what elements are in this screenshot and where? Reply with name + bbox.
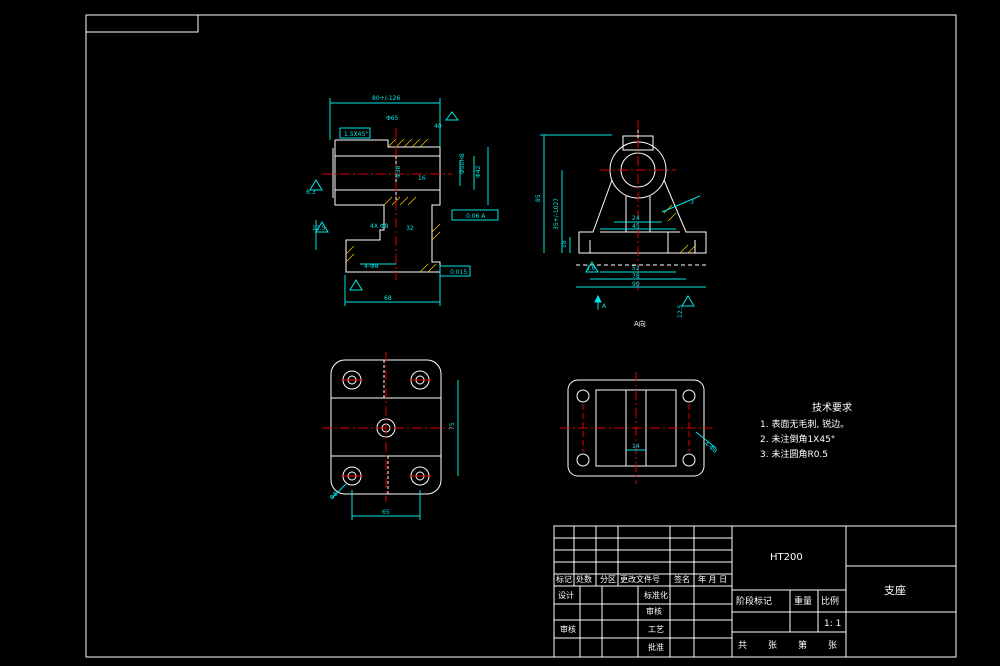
top-view — [322, 352, 459, 520]
front-section-view — [309, 98, 499, 306]
dim-side-33: 35+/-1027 — [553, 198, 560, 230]
dim-phi50: Φ50H8 — [459, 153, 466, 174]
dim-side-18: 18 — [561, 240, 568, 248]
tb-part-name: 支座 — [884, 583, 906, 597]
tb-stage: 阶段标记 — [736, 595, 772, 607]
tech-note-3: 3. 未注圆角R0.5 — [760, 448, 828, 460]
dim-side-125: 12.5 — [677, 304, 684, 318]
dim-62: 6.3 — [306, 189, 316, 196]
tb-unit2: 张 — [828, 640, 837, 651]
tech-notes-title: 技术要求 — [812, 401, 852, 414]
dim-par2: 0.015 — [450, 269, 467, 276]
tb-label-5: 年 月 日 — [698, 574, 727, 584]
tech-note-2: 2. 未注倒角1X45° — [760, 433, 835, 445]
dim-125: 12.5 — [312, 225, 326, 232]
dim-side-24: 24 — [632, 215, 640, 222]
dim-16: 16 — [418, 175, 426, 182]
dim-side-78: 78 — [632, 273, 640, 280]
dim-side-38: 3.6 — [586, 265, 596, 272]
tb-process: 审核 — [646, 606, 662, 616]
tb-label-1: 处数 — [576, 574, 592, 584]
tb-label-2: 分区 — [600, 575, 616, 584]
dim-side-45: 45 — [632, 223, 640, 230]
tb-scale-label: 比例 — [821, 595, 839, 607]
dim-32: 32 — [406, 225, 414, 232]
dim-phi42: Φ42 — [475, 165, 482, 178]
dim-bot-14: 14 — [632, 443, 640, 450]
tb-unit: 张 — [768, 640, 777, 651]
dim-w68: 68 — [384, 295, 392, 302]
dim-bore: Φ65 — [386, 115, 399, 122]
dim-par: 0.06 A — [466, 213, 486, 220]
dim-side-52: 52 — [632, 265, 640, 272]
tb-weight: 重量 — [794, 595, 812, 607]
dim-front-top: 80+/-126 — [372, 95, 400, 102]
dim-side-3: 3 — [690, 199, 694, 206]
side-view — [540, 120, 707, 310]
dim-r40: 40 — [434, 123, 442, 130]
dim-side-85: 85 — [535, 194, 542, 202]
dim-plan-75: 75 — [449, 422, 456, 430]
tb-craft: 工艺 — [648, 625, 664, 634]
arrow-label-a: A — [602, 303, 607, 310]
dim-chamfer: 1.5X45° — [344, 131, 368, 138]
tb-scale: 1: 1 — [824, 619, 841, 629]
tb-label-3: 更改文件号 — [620, 574, 660, 584]
tb-total: 共 — [738, 640, 747, 651]
tb-review: 审核 — [560, 624, 576, 634]
drawing-sheet: 80+/-126 1.5X45° Φ65 40 68 4-Φ8 4X Φ8 0.… — [85, 14, 957, 658]
inner-border — [85, 14, 199, 33]
tb-material: HT200 — [770, 552, 803, 563]
tb-standardize: 标准化 — [644, 590, 668, 600]
dim-4x8: 4X Φ8 — [370, 223, 389, 230]
dim-bot-r8: 4-Φ8 — [703, 440, 719, 455]
tb-label-4: 签名 — [674, 574, 690, 584]
outer-frame — [85, 14, 957, 658]
dim-side-90: 90 — [632, 281, 640, 288]
bottom-view — [560, 372, 717, 484]
tb-design: 设计 — [558, 590, 574, 600]
tb-label-0: 标记 — [556, 574, 572, 584]
technical-notes: 技术要求 1. 表面无毛刺, 锐边。 2. 未注倒角1X45° 3. 未注圆角R… — [760, 401, 852, 460]
dim-4-08: 4-Φ8 — [364, 263, 379, 270]
tech-note-1: 1. 表面无毛刺, 锐边。 — [760, 418, 849, 430]
tb-sheet-no: 第 — [798, 639, 807, 651]
dim-plan-65: 65 — [382, 509, 390, 516]
dim-phi38: Φ38 — [395, 165, 402, 178]
tb-approve: 批准 — [648, 642, 664, 652]
view-label: A向 — [634, 319, 646, 328]
